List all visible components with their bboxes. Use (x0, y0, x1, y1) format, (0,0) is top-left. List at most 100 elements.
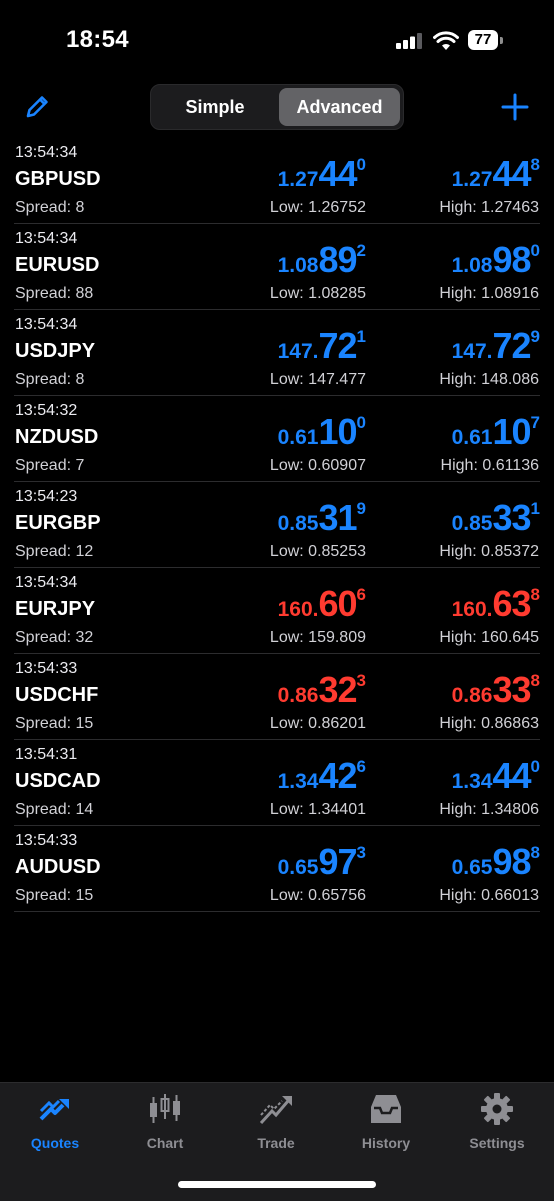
ask-price-prefix: 0.85 (451, 512, 493, 535)
bid-price[interactable]: 0.86323 (278, 672, 366, 708)
quote-spread: Spread: 88 (15, 285, 94, 302)
tab-chart[interactable]: Chart (110, 1091, 220, 1161)
bid-price-pip: 6 (356, 757, 366, 776)
ask-price-prefix: 0.86 (451, 684, 493, 707)
settings-icon (479, 1091, 515, 1127)
tab-label: History (361, 1135, 411, 1151)
quote-row[interactable]: 13:54:34 GBPUSD Spread: 8 1.27440 1.27448 Low… (14, 138, 540, 224)
quote-low: Low: 0.65756 (269, 887, 366, 904)
quote-time: 13:54:34 (15, 574, 78, 591)
quote-low: Low: 1.26752 (269, 199, 366, 216)
quote-row[interactable]: 13:54:33 USDCHF Spread: 15 0.86323 0.86338 Lo… (14, 654, 540, 740)
bid-price-big-digits: 72 (318, 325, 357, 366)
quote-symbol: EURGBP (15, 512, 101, 534)
quote-low: Low: 147.477 (269, 371, 366, 388)
quote-symbol: EURJPY (15, 598, 96, 620)
quote-spread: Spread: 15 (15, 715, 94, 732)
edit-pencil-icon[interactable] (24, 92, 52, 120)
bid-price-pip: 0 (356, 155, 366, 174)
ask-price[interactable]: 1.27448 (452, 156, 540, 192)
quote-spread: Spread: 8 (15, 199, 85, 216)
tab-label: Chart (146, 1135, 184, 1151)
quote-symbol: USDCHF (15, 684, 99, 706)
quote-row[interactable]: 13:54:34 EURJPY Spread: 32 160.606 160.638 Lo… (14, 568, 540, 654)
ask-price-big-digits: 44 (492, 755, 531, 796)
quote-symbol: USDCAD (15, 770, 101, 792)
quote-high: High: 1.27463 (439, 199, 539, 216)
add-symbol-icon[interactable] (500, 92, 530, 122)
chart-icon (147, 1091, 183, 1127)
bid-price-prefix: 0.65 (277, 856, 319, 879)
ask-price-pip: 1 (530, 499, 540, 518)
ask-price-pip: 7 (530, 413, 540, 432)
bid-price-big-digits: 60 (318, 583, 357, 624)
tab-history[interactable]: History (331, 1091, 441, 1161)
bid-price-big-digits: 89 (318, 239, 357, 280)
quote-time: 13:54:33 (15, 832, 78, 849)
bid-price[interactable]: 0.61100 (278, 414, 366, 450)
bid-price-prefix: 1.34 (277, 770, 319, 793)
tab-label: Trade (257, 1135, 295, 1151)
bid-price[interactable]: 1.27440 (278, 156, 366, 192)
bid-price[interactable]: 1.34426 (278, 758, 366, 794)
bid-price-pip: 0 (356, 413, 366, 432)
quote-spread: Spread: 14 (15, 801, 94, 818)
bid-price-prefix: 1.27 (277, 168, 319, 191)
battery-icon: 77 (468, 30, 504, 52)
trade-icon (258, 1091, 294, 1127)
quote-row[interactable]: 13:54:23 EURGBP Spread: 12 0.85319 0.85331 Lo… (14, 482, 540, 568)
ask-price-prefix: 1.27 (451, 168, 493, 191)
quote-low: Low: 0.85253 (269, 543, 366, 560)
ask-price-prefix: 1.34 (451, 770, 493, 793)
quote-symbol: AUDUSD (15, 856, 101, 878)
quote-row[interactable]: 13:54:32 NZDUSD Spread: 7 0.61100 0.61107 Low… (14, 396, 540, 482)
ask-price[interactable]: 0.85331 (452, 500, 540, 536)
ask-price-pip: 0 (530, 757, 540, 776)
home-indicator (178, 1181, 376, 1188)
quote-spread: Spread: 32 (15, 629, 94, 646)
quote-time: 13:54:34 (15, 144, 78, 161)
advanced-mode-tab[interactable]: Advanced (279, 88, 400, 126)
simple-mode-tab[interactable]: Simple (155, 88, 275, 126)
quote-low: Low: 159.809 (269, 629, 366, 646)
ask-price-big-digits: 33 (492, 497, 531, 538)
ask-price-pip: 8 (530, 585, 540, 604)
tab-trade[interactable]: Trade (221, 1091, 331, 1161)
ask-price[interactable]: 0.65988 (452, 844, 540, 880)
view-mode-segmented-control[interactable]: Simple Advanced (150, 84, 404, 130)
ask-price-prefix: 1.08 (451, 254, 493, 277)
ask-price[interactable]: 0.61107 (452, 414, 540, 450)
bid-price[interactable]: 160.606 (278, 586, 366, 622)
quote-high: High: 160.645 (439, 629, 539, 646)
tab-settings[interactable]: Settings (442, 1091, 552, 1161)
ask-price[interactable]: 0.86338 (452, 672, 540, 708)
bid-price[interactable]: 147.721 (278, 328, 366, 364)
bid-price-prefix: 1.08 (277, 254, 319, 277)
quote-symbol: EURUSD (15, 254, 100, 276)
tab-quotes[interactable]: Quotes (0, 1091, 110, 1161)
quote-time: 13:54:34 (15, 316, 78, 333)
quote-row[interactable]: 13:54:34 EURUSD Spread: 88 1.08892 1.08980 Lo… (14, 224, 540, 310)
quote-low: Low: 1.08285 (269, 285, 366, 302)
bid-price[interactable]: 0.85319 (278, 500, 366, 536)
bid-price-prefix: 0.61 (277, 426, 319, 449)
quote-time: 13:54:34 (15, 230, 78, 247)
quote-symbol: GBPUSD (15, 168, 101, 190)
ask-price-prefix: 0.65 (451, 856, 493, 879)
ask-price-big-digits: 10 (492, 411, 531, 452)
ask-price[interactable]: 160.638 (452, 586, 540, 622)
status-bar: 18:54 77 (0, 0, 554, 80)
quote-row[interactable]: 13:54:34 USDJPY Spread: 8 147.721 147.729 Low… (14, 310, 540, 396)
ask-price-pip: 8 (530, 843, 540, 862)
bid-price[interactable]: 1.08892 (278, 242, 366, 278)
quote-row[interactable]: 13:54:33 AUDUSD Spread: 15 0.65973 0.65988 Lo… (14, 826, 540, 912)
quote-high: High: 1.08916 (439, 285, 539, 302)
bid-price[interactable]: 0.65973 (278, 844, 366, 880)
quote-row[interactable]: 13:54:31 USDCAD Spread: 14 1.34426 1.34440 Lo… (14, 740, 540, 826)
ask-price-pip: 8 (530, 671, 540, 690)
ask-price[interactable]: 1.34440 (452, 758, 540, 794)
ask-price[interactable]: 1.08980 (452, 242, 540, 278)
ask-price[interactable]: 147.729 (452, 328, 540, 364)
quote-high: High: 0.86863 (439, 715, 539, 732)
quote-time: 13:54:32 (15, 402, 78, 419)
